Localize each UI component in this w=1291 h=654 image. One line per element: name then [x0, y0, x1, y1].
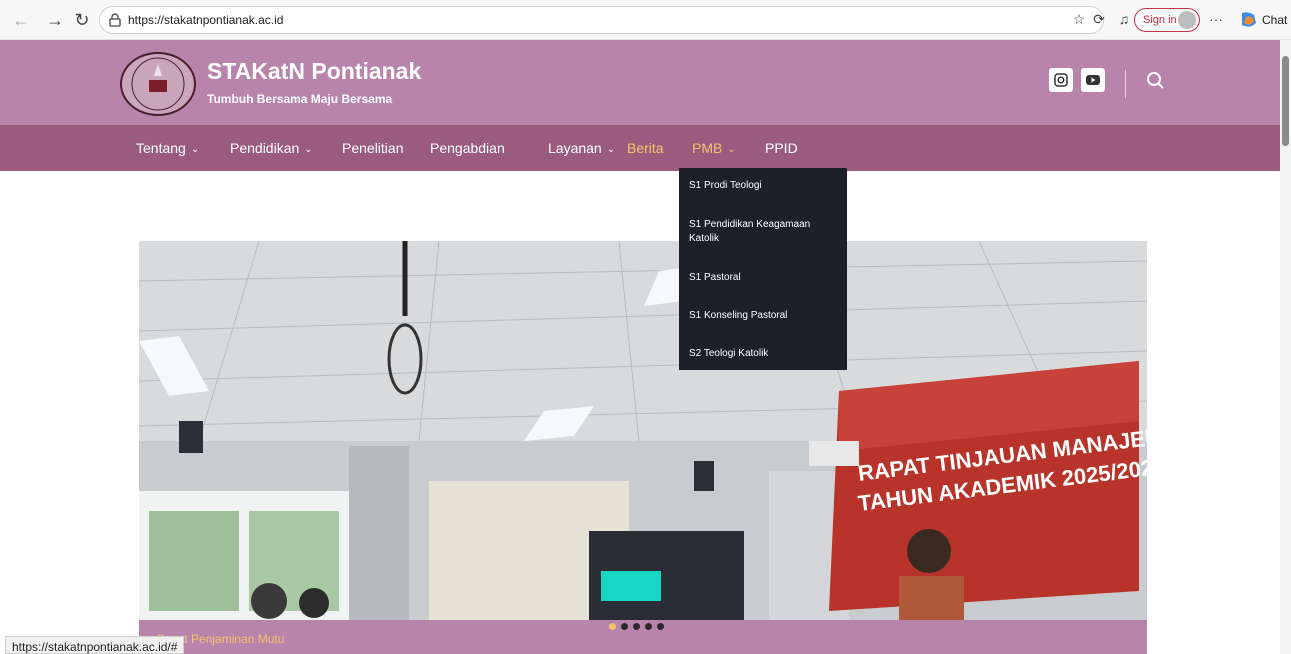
chevron-down-icon: ⌄	[606, 144, 616, 155]
chevron-down-icon: ⌄	[727, 144, 736, 155]
address-bar[interactable]: https://stakatnpontianak.ac.id	[99, 6, 1104, 34]
scrollbar-thumb[interactable]	[1282, 56, 1289, 146]
dropdown-item-s2-teologi-katolik[interactable]: S2 Teologi Katolik	[689, 347, 839, 361]
lock-icon	[109, 13, 121, 27]
site-logo[interactable]	[120, 52, 196, 116]
nav-item-tentang[interactable]: Tentang ⌄	[136, 140, 199, 156]
pmb-dropdown-menu: S1 Prodi Teologi S1 Pendidikan Keagamaan…	[679, 168, 847, 370]
nav-item-pengabdian[interactable]: Pengabdian	[430, 140, 505, 156]
nav-item-berita[interactable]: Berita	[627, 140, 664, 156]
slider-dot[interactable]	[645, 623, 652, 630]
site-tagline: Tumbuh Bersama Maju Bersama	[207, 92, 393, 106]
slider-pagination	[609, 623, 664, 630]
browser-toolbar: ← → ↻ https://stakatnpontianak.ac.id ☆ ⟳…	[0, 0, 1291, 40]
hero-slider[interactable]: RAPAT TINJAUAN MANAJEMEN TAHUN AKADEMIK …	[139, 241, 1147, 654]
refresh-icon[interactable]: ↻	[70, 8, 94, 32]
favorite-star-icon[interactable]: ☆	[1070, 10, 1088, 28]
dropdown-item-s1-prodi-teologi[interactable]: S1 Prodi Teologi	[689, 179, 839, 193]
header-divider	[1125, 70, 1126, 98]
copilot-icon[interactable]	[1238, 11, 1258, 29]
nav-item-pmb[interactable]: PMB ⌄	[692, 140, 736, 156]
slider-dot[interactable]	[621, 623, 628, 630]
more-menu-icon[interactable]: ···	[1207, 10, 1225, 28]
main-navigation: Tentang ⌄ Pendidikan ⌄ Penelitian Pengabdi…	[0, 125, 1280, 171]
forward-icon[interactable]: →	[43, 8, 67, 32]
chevron-down-icon: ⌄	[304, 144, 313, 155]
profile-avatar-icon	[1178, 11, 1196, 29]
slider-dot[interactable]	[609, 623, 616, 630]
slider-dot[interactable]	[657, 623, 664, 630]
youtube-icon[interactable]	[1081, 68, 1105, 92]
url-text: https://stakatnpontianak.ac.id	[128, 13, 284, 27]
dropdown-item-s1-pendidikan-keagamaan-katolik[interactable]: S1 Pendidikan Keagamaan Katolik	[689, 218, 839, 246]
nav-item-ppid[interactable]: PPID	[765, 140, 798, 156]
dropdown-item-s1-konseling-pastoral[interactable]: S1 Konseling Pastoral	[689, 309, 839, 323]
slider-dot[interactable]	[633, 623, 640, 630]
slide-photo: RAPAT TINJAUAN MANAJEMEN TAHUN AKADEMIK …	[139, 241, 1147, 636]
site-header: STAKatN Pontianak Tumbuh Bersama Maju Be…	[0, 40, 1280, 125]
nav-item-penelitian[interactable]: Penelitian	[342, 140, 404, 156]
instagram-icon[interactable]	[1049, 68, 1073, 92]
nav-item-layanan[interactable]: Layanan ⌄	[548, 140, 615, 156]
search-icon[interactable]	[1145, 70, 1167, 92]
dropdown-item-s1-pastoral[interactable]: S1 Pastoral	[689, 271, 839, 285]
back-icon[interactable]: ←	[9, 8, 33, 32]
chat-label[interactable]: Chat	[1262, 13, 1287, 27]
extensions-icon[interactable]: ⟳	[1090, 10, 1108, 28]
chevron-down-icon: ⌄	[190, 144, 200, 155]
seal-emblem	[131, 57, 185, 111]
page-scrollbar[interactable]	[1280, 40, 1291, 654]
status-link-preview: https://stakatnpontianak.ac.id/#	[5, 636, 185, 654]
sign-in-button[interactable]: Sign in	[1134, 8, 1200, 32]
sign-in-label: Sign in	[1143, 14, 1177, 26]
nav-item-pendidikan[interactable]: Pendidikan ⌄	[230, 140, 313, 156]
site-title[interactable]: STAKatN Pontianak	[207, 58, 421, 85]
read-aloud-icon[interactable]: ♫	[1115, 10, 1133, 28]
